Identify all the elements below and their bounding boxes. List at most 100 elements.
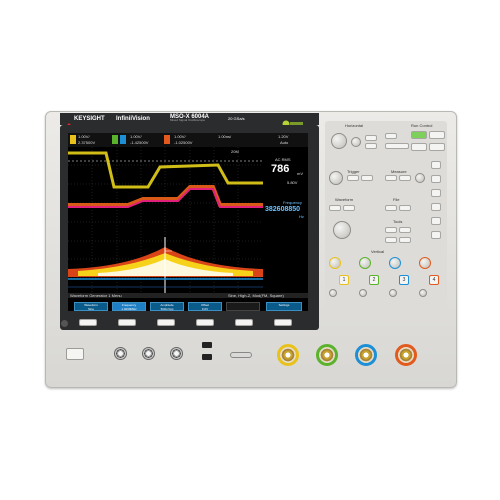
ch2-position-knob[interactable] <box>359 289 367 297</box>
quick-action-button[interactable] <box>399 227 411 233</box>
ch4-offset: -1.02500V <box>174 140 193 145</box>
run-stop-button[interactable] <box>411 131 427 139</box>
oscilloscope-display: 1.00V/ 2.37500V 1.00V/ -1.42500V 1.00V/ … <box>68 133 308 311</box>
ch3-input-connector[interactable] <box>355 344 377 366</box>
usb-port-icon[interactable] <box>202 342 212 348</box>
aux-output-3-connector[interactable] <box>170 347 183 360</box>
ch4-input-connector[interactable] <box>395 344 417 366</box>
ch2-badge <box>112 135 118 144</box>
acquisition-label: 20M <box>231 149 239 154</box>
badge-logo-icon <box>282 115 304 128</box>
ch3-button-label: 3 <box>402 277 406 283</box>
ch4-position-knob[interactable] <box>419 289 427 297</box>
search-button[interactable] <box>365 143 377 149</box>
frequency-value: 382608850 <box>265 206 301 213</box>
ac-rms-unit: mV <box>297 171 303 176</box>
brand-bar: KEYSIGHT InfiniiVision MSO-X 6004A Mixed… <box>60 113 319 129</box>
ch3-scale-knob[interactable] <box>389 257 401 269</box>
navigate-button[interactable] <box>385 143 409 149</box>
meas-button[interactable] <box>385 175 397 181</box>
run-control-label: Run Control <box>411 123 433 128</box>
tools-label: Tools <box>393 219 403 224</box>
softkey-1-button[interactable] <box>79 319 97 326</box>
wavegen-button[interactable] <box>399 237 411 243</box>
horizontal-scale-knob[interactable] <box>331 133 347 149</box>
ch3-position-knob[interactable] <box>389 289 397 297</box>
trigger-level: 1.20V <box>278 134 289 139</box>
single-button[interactable] <box>429 131 445 139</box>
aux-output-2-connector[interactable] <box>142 347 155 360</box>
side-button-6[interactable] <box>431 231 441 239</box>
softkey-4-button[interactable] <box>196 319 214 326</box>
vertical-label: Vertical <box>371 249 385 254</box>
model-sub: Mixed Signal Oscilloscope <box>170 118 206 122</box>
ch1-input-connector[interactable] <box>277 344 299 366</box>
acquire-button[interactable] <box>329 205 341 211</box>
save-recall-button[interactable] <box>385 205 397 211</box>
side-button-1[interactable] <box>431 161 441 169</box>
ch1-offset: 2.37500V <box>78 140 96 145</box>
usb-port-2-icon[interactable] <box>202 354 212 360</box>
softkey-frequency[interactable]: Frequency 1.0230MHz <box>112 302 146 311</box>
force-trigger-button[interactable] <box>361 175 373 181</box>
softkey-offset[interactable]: Offset 0.0V <box>188 302 222 311</box>
utility-button[interactable] <box>385 227 397 233</box>
aux-output-1-connector[interactable] <box>114 347 127 360</box>
brand-name: KEYSIGHT <box>74 116 105 122</box>
secondary-measurement: 5.80V <box>287 180 298 185</box>
trigger-label: Trigger <box>347 169 360 174</box>
waveform-label: Waveform <box>335 197 354 202</box>
ch1-position-knob[interactable] <box>329 289 337 297</box>
ch1-button[interactable]: 1 <box>339 275 349 285</box>
softkey-amplitude[interactable]: Amplitude 500mVpp <box>150 302 184 311</box>
display-button[interactable] <box>343 205 355 211</box>
cursors-knob[interactable] <box>415 173 425 183</box>
side-button-3[interactable] <box>431 189 441 197</box>
ch4-scale-knob[interactable] <box>419 257 431 269</box>
channel-header: 1.00V/ 2.37500V 1.00V/ -1.42500V 1.00V/ … <box>68 133 308 147</box>
ac-rms-value: 786 <box>271 163 290 175</box>
auto-scale-button[interactable] <box>411 143 427 151</box>
ch1-button-label: 1 <box>342 277 346 283</box>
back-button[interactable] <box>61 320 68 327</box>
series-name: InfiniiVision <box>116 116 150 122</box>
frequency-label: Frequency <box>283 200 302 205</box>
softkey-2-button[interactable] <box>118 319 136 326</box>
ch2-input-connector[interactable] <box>316 344 338 366</box>
side-button-2[interactable] <box>431 175 441 183</box>
analyze-button[interactable] <box>385 237 397 243</box>
side-button-4[interactable] <box>431 203 441 211</box>
ch1-scale-knob[interactable] <box>329 257 341 269</box>
trigger-button[interactable] <box>347 175 359 181</box>
measure-label: Measure <box>391 169 407 174</box>
entry-knob[interactable] <box>333 221 351 239</box>
zoom-button[interactable] <box>385 133 397 139</box>
ch2-scale: 1.00V/ <box>130 134 142 139</box>
ac-rms-label: AC RMS <box>275 157 291 162</box>
horizontal-position-knob[interactable] <box>351 137 361 147</box>
softkey-3-button[interactable] <box>157 319 175 326</box>
softkey-5-button[interactable] <box>235 319 253 326</box>
softkey-6-button[interactable] <box>274 319 292 326</box>
horiz-button[interactable] <box>365 135 377 141</box>
ch3-badge <box>120 135 126 144</box>
file-label: File <box>393 197 400 202</box>
ch2-scale-knob[interactable] <box>359 257 371 269</box>
cursors-button[interactable] <box>399 175 411 181</box>
frequency-unit: Hz <box>299 214 304 219</box>
ch3-button[interactable]: 3 <box>399 275 409 285</box>
measurement-panel: AC RMS 786 mV 5.80V Frequency 382608850 … <box>265 147 308 237</box>
ch2-button-label: 2 <box>372 277 376 283</box>
probe-comp-terminal[interactable] <box>230 352 252 358</box>
power-button[interactable] <box>66 348 84 360</box>
softkey-waveform[interactable]: Waveform Sine <box>74 302 108 311</box>
softkey-settings[interactable]: Settings <box>266 302 302 311</box>
print-button[interactable] <box>399 205 411 211</box>
default-setup-button[interactable] <box>429 143 445 151</box>
ch4-button[interactable]: 4 <box>429 275 439 285</box>
ch2-button[interactable]: 2 <box>369 275 379 285</box>
ch4-badge <box>164 135 170 144</box>
trigger-level-knob[interactable] <box>329 171 343 185</box>
side-button-5[interactable] <box>431 217 441 225</box>
softkey-blank[interactable] <box>226 302 260 311</box>
